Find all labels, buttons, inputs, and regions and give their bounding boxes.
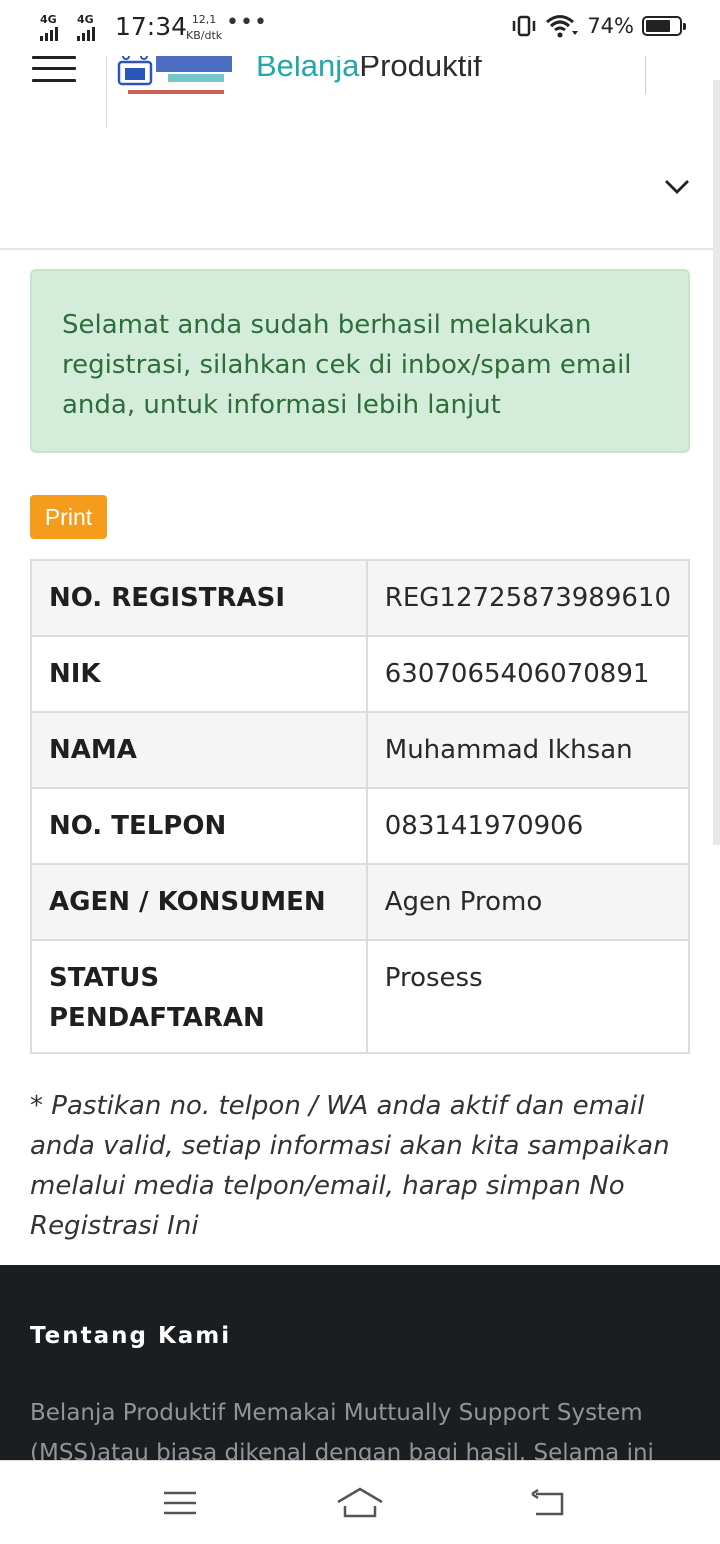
row-label-agent-consumer: AGEN / KONSUMEN — [30, 863, 368, 941]
table-row: NO. TELPON 083141970906 — [30, 787, 691, 865]
success-alert: Selamat anda sudah berhasil melakukan re… — [30, 269, 690, 453]
row-label-registration-status: STATUS PENDAFTARAN — [30, 939, 368, 1054]
row-label-registration-no: NO. REGISTRASI — [30, 559, 368, 637]
home-icon[interactable] — [330, 1481, 390, 1525]
header-divider-right — [645, 56, 646, 94]
row-label-name: NAMA — [30, 711, 368, 789]
network-type-2: 4G — [77, 13, 94, 26]
site-header: BelanjaProduktif — [0, 48, 720, 250]
network-speed-unit: KB/dtk — [186, 29, 223, 42]
row-value-registration-no: REG12725873989610 — [365, 559, 691, 637]
registration-note: * Pastikan no. telpon / WA anda aktif da… — [30, 1091, 670, 1241]
header-divider — [106, 56, 107, 128]
row-value-name: Muhammad Ikhsan — [365, 711, 691, 789]
row-value-registration-status: Prosess — [365, 939, 691, 1054]
network-speed: 12,1 KB/dtk — [186, 12, 222, 44]
signal-icon-2 — [77, 27, 95, 41]
table-row: NIK 6307065406070891 — [30, 635, 691, 713]
row-value-phone: 083141970906 — [365, 787, 691, 865]
row-label-nik: NIK — [30, 635, 368, 713]
network-speed-value: 12,1 — [191, 13, 217, 26]
table-row: AGEN / KONSUMEN Agen Promo — [30, 863, 691, 941]
signal-icon-1 — [40, 27, 58, 41]
wifi-icon — [546, 15, 579, 38]
scrollbar[interactable] — [713, 80, 720, 845]
chevron-down-icon[interactable] — [664, 178, 690, 196]
row-label-phone: NO. TELPON — [30, 787, 368, 865]
back-icon[interactable] — [518, 1481, 578, 1525]
print-button[interactable]: Print — [30, 495, 107, 539]
status-bar: 4G 4G 17:34 12,1 KB/dtk ••• 74% — [0, 0, 720, 56]
row-value-agent-consumer: Agen Promo — [365, 863, 691, 941]
hamburger-menu-icon[interactable] — [32, 56, 76, 86]
table-row: NAMA Muhammad Ikhsan — [30, 711, 691, 789]
menu-icon[interactable] — [150, 1481, 210, 1525]
table-row: STATUS PENDAFTARAN Prosess — [30, 939, 691, 1054]
battery-icon — [642, 16, 686, 36]
battery-percent: 74% — [587, 14, 634, 38]
row-value-nik: 6307065406070891 — [365, 635, 691, 713]
network-type-1: 4G — [40, 13, 57, 26]
footer-title: Tentang Kami — [30, 1323, 232, 1349]
clock: 17:34 — [115, 12, 188, 41]
table-row: NO. REGISTRASI REG12725873989610 — [30, 559, 691, 637]
vibrate-icon — [513, 15, 536, 37]
more-notifications-icon: ••• — [226, 10, 268, 35]
registration-table: NO. REGISTRASI REG12725873989610 NIK 630… — [30, 559, 691, 1054]
system-navigation-bar — [0, 1460, 720, 1544]
